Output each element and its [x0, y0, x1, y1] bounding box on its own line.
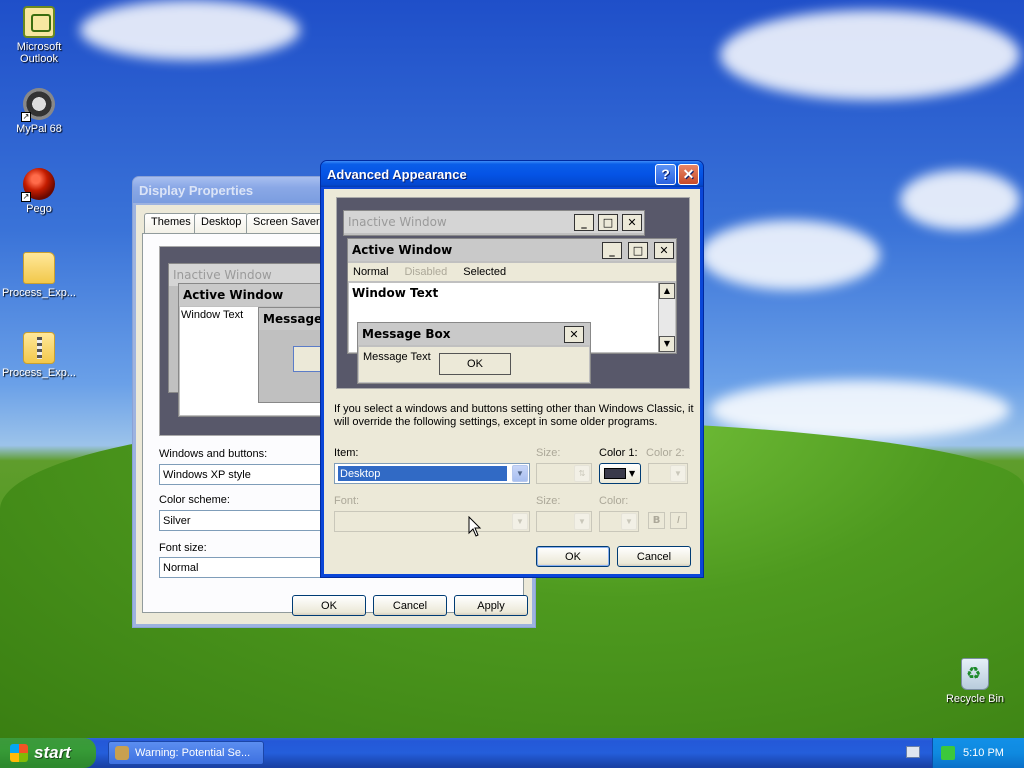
preview-message-box-title: Message Box [358, 323, 590, 345]
scroll-up-icon: ▲ [659, 283, 675, 299]
recycle-bin-icon [961, 658, 989, 690]
font-select: ▼ [334, 511, 530, 532]
font-size-value: Normal [163, 561, 199, 574]
desktop-icon-process-exp-zip[interactable]: Process_Exp... [0, 332, 78, 379]
folder-icon [23, 252, 55, 284]
close-icon: ✕ [564, 326, 584, 343]
preview-menu-selected: Selected [463, 266, 507, 278]
taskbar-button-warning[interactable]: Warning: Potential Se... [108, 741, 264, 765]
advanced-appearance-window: Advanced Appearance ? ✕ Inactive Window … [320, 160, 704, 578]
preview-ok-button: OK [439, 353, 511, 375]
tab-desktop[interactable]: Desktop [194, 213, 249, 233]
maximize-icon: □ [628, 242, 648, 259]
close-icon: ✕ [682, 165, 695, 182]
size-label: Size: [536, 447, 561, 459]
preview-menu-disabled: Disabled [404, 266, 448, 278]
preview-window-text: Window Text [352, 286, 439, 300]
desktop-icon-mypal[interactable]: ↗ MyPal 68 [0, 88, 78, 135]
system-tray: 5:10 PM [932, 738, 1024, 768]
font-label: Font: [334, 495, 360, 507]
appearance-preview[interactable]: Inactive Window _ □ ✕ Active Window _ □ … [336, 197, 690, 389]
close-button[interactable]: ✕ [678, 163, 699, 185]
mouse-cursor-icon [468, 516, 482, 537]
windows-and-buttons-label: Windows and buttons: [159, 448, 268, 460]
windows-and-buttons-value: Windows XP style [163, 468, 251, 481]
override-notice: If you select a windows and buttons sett… [334, 403, 694, 428]
chevron-down-icon: ▼ [621, 513, 637, 530]
preview-message-text: Message Text [363, 351, 431, 363]
chevron-down-icon: ▼ [512, 513, 528, 530]
taskbar-button-label: Warning: Potential Se... [135, 747, 251, 759]
desktop-icon-label: Pego [26, 203, 52, 215]
start-label: start [34, 743, 71, 762]
font-color-picker: ▼ [599, 511, 639, 532]
italic-button: I [670, 512, 687, 529]
shortcut-arrow-icon: ↗ [21, 112, 31, 122]
help-button[interactable]: ? [655, 163, 676, 185]
maximize-icon: □ [598, 214, 618, 231]
chevron-down-icon: ▼ [670, 465, 686, 482]
color1-label: Color 1: [599, 447, 638, 459]
tab-themes[interactable]: Themes [144, 213, 198, 233]
desktop-icon-label: Process_Exp... [2, 287, 76, 299]
title-bar[interactable]: Advanced Appearance ? ✕ [321, 161, 703, 187]
desktop-icon-label: MyPal 68 [16, 123, 62, 135]
ok-button[interactable]: OK [536, 546, 610, 567]
preview-scrollbar: ▲ ▼ [658, 283, 675, 352]
color-scheme-label: Color scheme: [159, 494, 230, 506]
outlook-icon [23, 6, 55, 38]
zip-folder-icon [23, 332, 55, 364]
cancel-button[interactable]: Cancel [373, 595, 447, 616]
font-size-select: ▼ [536, 511, 592, 532]
close-icon: ✕ [654, 242, 674, 259]
minimize-icon: _ [574, 214, 594, 231]
font-size-label: Font size: [159, 542, 207, 554]
desktop-icon-pego[interactable]: ↗ Pego [0, 168, 78, 215]
network-icon[interactable] [941, 746, 955, 760]
bold-button: B [648, 512, 665, 529]
item-select[interactable]: Desktop ▼ [334, 463, 530, 484]
tab-screen-saver[interactable]: Screen Saver [246, 213, 327, 233]
close-icon: ✕ [622, 214, 642, 231]
gear-icon [115, 746, 129, 760]
pego-icon: ↗ [21, 168, 55, 202]
question-mark-icon: ? [661, 166, 670, 182]
spinner-arrows-icon: ⇅ [574, 465, 590, 482]
chevron-down-icon: ▼ [629, 469, 636, 478]
desktop-icon-recycle-bin[interactable]: Recycle Bin [936, 658, 1014, 705]
apply-button[interactable]: Apply [454, 595, 528, 616]
desktop-icon-process-exp-folder[interactable]: Process_Exp... [0, 252, 78, 299]
preview-active-window-title: Active Window [348, 239, 676, 261]
scroll-down-icon: ▼ [659, 336, 675, 352]
color2-label: Color 2: [646, 447, 685, 459]
font-color-label: Color: [599, 495, 629, 507]
color1-swatch [604, 468, 626, 479]
desktop-icon-outlook[interactable]: Microsoft Outlook [0, 6, 78, 65]
ok-button[interactable]: OK [292, 595, 366, 616]
keyboard-icon[interactable] [906, 746, 920, 758]
color2-picker: ▼ [648, 463, 688, 484]
taskbar: start Warning: Potential Se... 5:10 PM [0, 738, 1024, 768]
preview-menu-normal: Normal [353, 266, 389, 278]
desktop-icon-label: Microsoft Outlook [16, 41, 62, 65]
windows-logo-icon [10, 744, 28, 762]
item-value: Desktop [338, 466, 507, 481]
color-scheme-value: Silver [163, 514, 191, 527]
shortcut-arrow-icon: ↗ [21, 192, 31, 202]
start-button[interactable]: start [0, 738, 96, 768]
cancel-button[interactable]: Cancel [617, 546, 691, 567]
mypal-icon: ↗ [21, 88, 55, 122]
desktop-icon-label: Recycle Bin [945, 693, 1005, 705]
clock[interactable]: 5:10 PM [963, 747, 1004, 759]
desktop-icon-label: Process_Exp... [2, 367, 76, 379]
minimize-icon: _ [602, 242, 622, 259]
chevron-down-icon: ▼ [574, 513, 590, 530]
window-title: Advanced Appearance [327, 166, 467, 182]
size-spinner: ⇅ [536, 463, 592, 484]
item-label: Item: [334, 447, 359, 459]
chevron-down-icon: ▼ [512, 465, 528, 482]
color1-picker[interactable]: ▼ [599, 463, 641, 484]
font-size-label: Size: [536, 495, 561, 507]
